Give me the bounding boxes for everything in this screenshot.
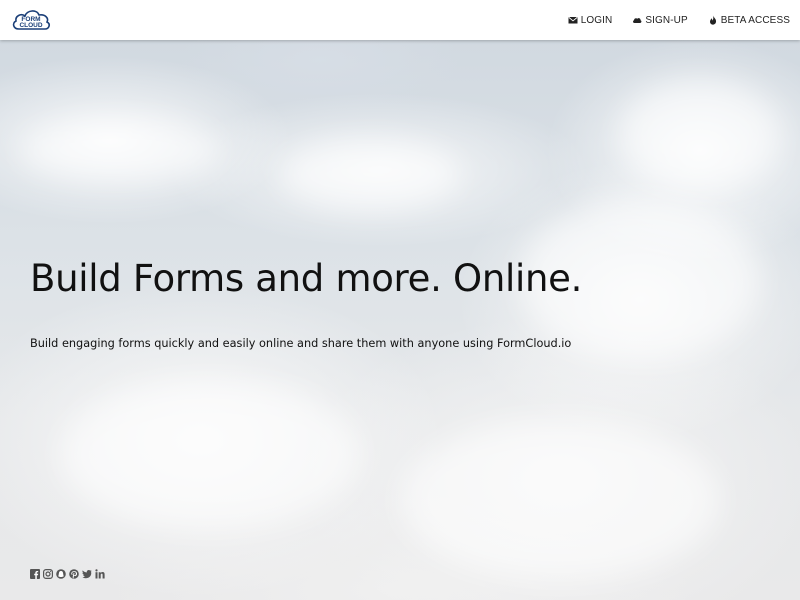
envelope-icon	[568, 15, 578, 25]
hero-background	[0, 0, 800, 600]
hero-subtext: Build engaging forms quickly and easily …	[30, 337, 572, 350]
instagram-icon[interactable]	[43, 569, 53, 579]
nav-login-link[interactable]: LOGIN	[568, 15, 613, 26]
nav-signup-link[interactable]: SIGN-UP	[632, 14, 688, 26]
nav-login-label: LOGIN	[580, 14, 613, 26]
cloud-icon	[632, 15, 642, 25]
pinterest-icon[interactable]	[69, 569, 79, 579]
nav-links: LOGIN SIGN-UP BETA ACCESS	[568, 0, 790, 40]
snapchat-icon[interactable]	[56, 569, 66, 579]
nav-signup-label: SIGN-UP	[645, 14, 688, 26]
linkedin-icon[interactable]	[95, 569, 105, 579]
formcloud-logo[interactable]: FORM CLOUD	[10, 6, 52, 33]
nav-beta-access-link[interactable]: BETA ACCESS	[708, 15, 790, 26]
social-links	[30, 569, 105, 579]
navbar: FORM CLOUD LOGIN SIGN-UP BETA ACCESS	[0, 0, 800, 40]
logo-text-cloud: CLOUD	[19, 22, 42, 29]
fire-icon	[708, 15, 718, 25]
hero-headline: Build Forms and more. Online.	[30, 257, 583, 300]
twitter-icon[interactable]	[82, 569, 92, 579]
nav-beta-access-label: BETA ACCESS	[720, 14, 790, 26]
facebook-icon[interactable]	[30, 569, 40, 579]
cloud-logo-icon: FORM CLOUD	[12, 10, 50, 30]
